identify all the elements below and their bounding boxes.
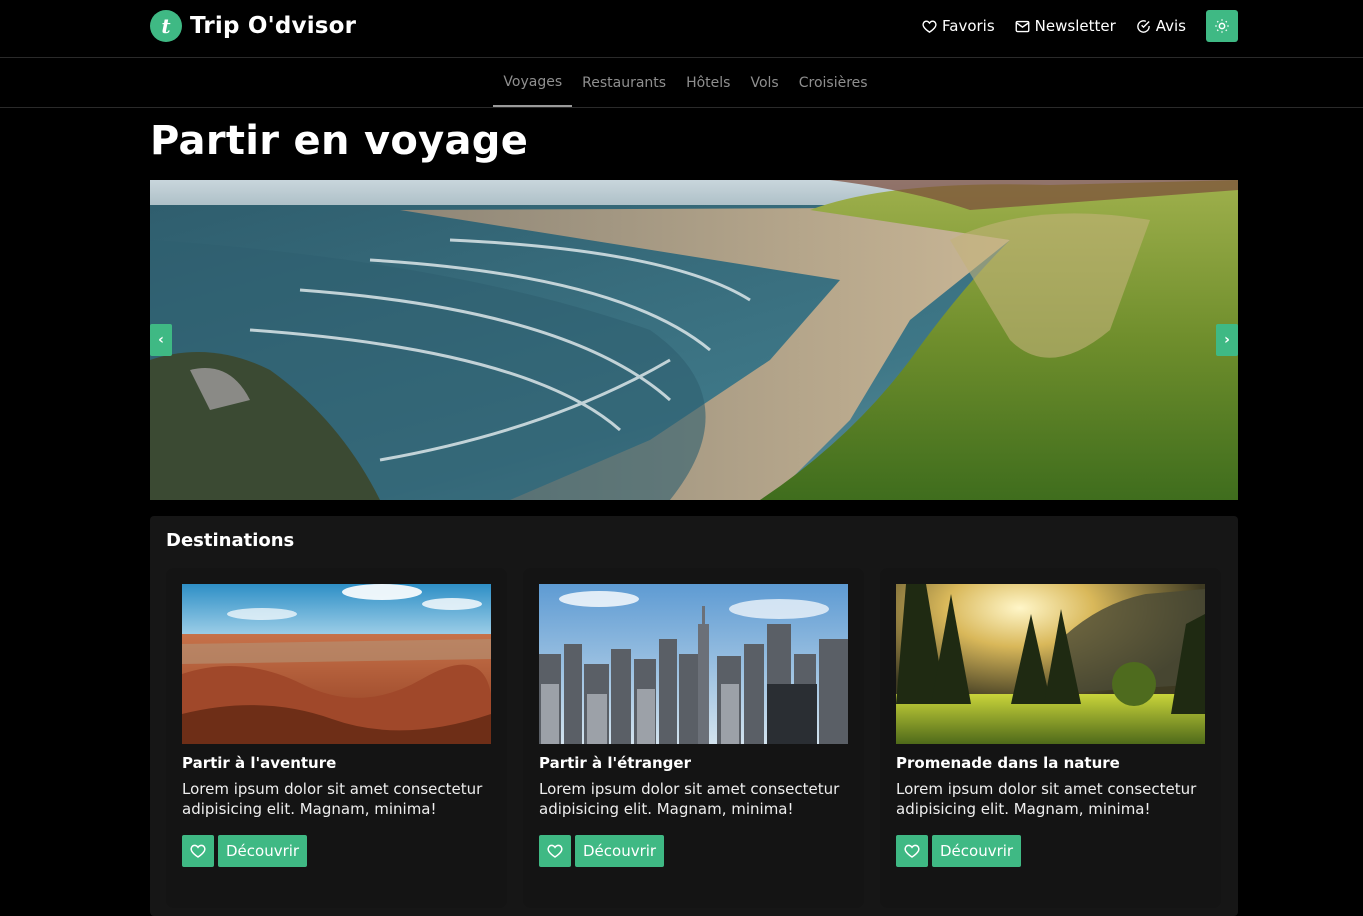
card-title: Partir à l'étranger — [539, 754, 691, 772]
envelope-icon — [1015, 20, 1030, 32]
discover-button[interactable]: Découvrir — [932, 835, 1022, 867]
forest-sunlight-image — [896, 584, 1205, 744]
heart-icon — [190, 844, 206, 858]
card-title: Partir à l'aventure — [182, 754, 337, 772]
tab-hotels[interactable]: Hôtels — [676, 59, 740, 107]
destination-card-aventure: Partir à l'aventure Lorem ipsum dolor si… — [166, 568, 507, 908]
coastline-beach-image — [150, 180, 1238, 500]
logo-mark-icon: t — [150, 10, 182, 42]
top-nav: Favoris Newsletter Avis — [922, 10, 1238, 42]
page-title: Partir en voyage — [150, 118, 529, 164]
discover-button[interactable]: Découvrir — [218, 835, 308, 867]
destination-card-nature: Promenade dans la nature Lorem ipsum dol… — [880, 568, 1221, 908]
card-description: Lorem ipsum dolor sit amet consectetur a… — [539, 780, 840, 818]
carousel-next-button[interactable]: › — [1216, 324, 1238, 356]
nav-avis-link[interactable]: Avis — [1136, 17, 1186, 35]
carousel-prev-button[interactable]: ‹ — [150, 324, 172, 356]
hero-carousel: ‹ › — [150, 180, 1238, 500]
tab-croisieres[interactable]: Croisières — [789, 59, 878, 107]
top-header: t Trip O'dvisor Favoris Newsletter Avis — [0, 0, 1363, 58]
nav-newsletter-label: Newsletter — [1034, 17, 1116, 35]
nav-favoris-link[interactable]: Favoris — [922, 17, 995, 35]
favorite-button[interactable] — [182, 835, 214, 867]
heart-icon — [547, 844, 563, 858]
city-skyline-image — [539, 584, 848, 744]
canyon-desert-image — [182, 584, 491, 744]
nav-avis-label: Avis — [1155, 17, 1186, 35]
nav-favoris-label: Favoris — [942, 17, 995, 35]
destination-card-etranger: Partir à l'étranger Lorem ipsum dolor si… — [523, 568, 864, 908]
favorite-button[interactable] — [896, 835, 928, 867]
heart-icon — [904, 844, 920, 858]
theme-toggle-button[interactable] — [1206, 10, 1238, 42]
destinations-title: Destinations — [166, 530, 295, 551]
tab-voyages[interactable]: Voyages — [493, 59, 573, 107]
tab-vols[interactable]: Vols — [740, 59, 788, 107]
category-nav: Voyages Restaurants Hôtels Vols Croisièr… — [0, 59, 1363, 108]
tab-restaurants[interactable]: Restaurants — [572, 59, 676, 107]
heart-icon — [922, 19, 937, 33]
card-description: Lorem ipsum dolor sit amet consectetur a… — [896, 780, 1197, 818]
check-circle-icon — [1136, 19, 1150, 33]
favorite-button[interactable] — [539, 835, 571, 867]
destinations-section: Destinations Partir à l'aventure Lorem i… — [150, 516, 1238, 916]
card-description: Lorem ipsum dolor sit amet consectetur a… — [182, 780, 483, 818]
card-title: Promenade dans la nature — [896, 754, 1120, 772]
discover-button[interactable]: Découvrir — [575, 835, 665, 867]
nav-newsletter-link[interactable]: Newsletter — [1015, 17, 1116, 35]
brand-logo[interactable]: t Trip O'dvisor — [150, 10, 356, 42]
brand-name: Trip O'dvisor — [190, 13, 357, 39]
sun-icon — [1215, 19, 1229, 33]
